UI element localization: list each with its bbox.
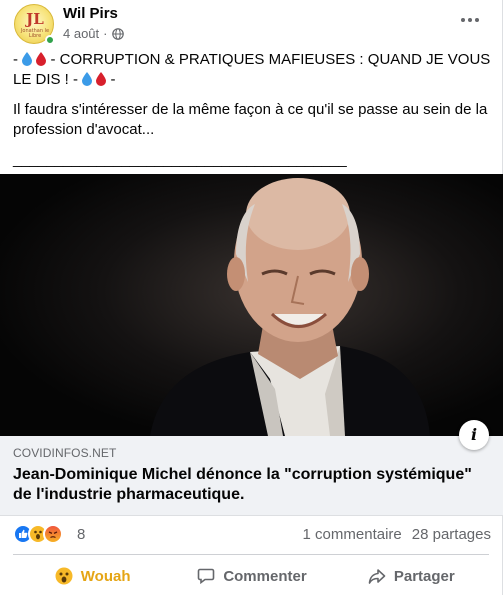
- reaction-count[interactable]: 8: [77, 526, 85, 543]
- angry-reaction-icon: [43, 524, 63, 544]
- link-preview-info[interactable]: COVIDINFOS.NET Jean-Dominique Michel dén…: [0, 436, 503, 516]
- portrait-photo: [150, 178, 430, 436]
- blue-droplet-icon: [22, 52, 33, 66]
- post-meta: 4 août ·: [63, 26, 124, 41]
- meta-separator: ·: [103, 26, 108, 41]
- post-body-text: Il faudra s'intéresser de la même façon …: [13, 101, 488, 138]
- link-preview-image[interactable]: [0, 174, 503, 436]
- online-status-indicator: [45, 35, 55, 45]
- separator-line: ________________________________________: [13, 151, 347, 168]
- reaction-button-label: Wouah: [80, 567, 131, 585]
- title-suffix: -: [110, 71, 116, 88]
- post-card: JL Jonathan le Libre Wil Pirs 4 août · -…: [0, 0, 503, 595]
- comment-icon: [198, 568, 215, 585]
- author-name[interactable]: Wil Pirs: [63, 5, 118, 22]
- more-dot-icon: [468, 18, 472, 22]
- link-domain: COVIDINFOS.NET: [13, 446, 117, 460]
- blue-droplet-icon: [82, 72, 93, 86]
- avatar-logo: JL: [26, 10, 44, 28]
- reaction-icons[interactable]: [13, 524, 63, 544]
- post-header: JL Jonathan le Libre Wil Pirs 4 août ·: [12, 4, 490, 45]
- wow-face-icon: [55, 567, 73, 585]
- post-stats: 1 commentaire 28 partages: [303, 526, 491, 543]
- action-bar: Wouah Commenter Partager: [13, 558, 491, 594]
- share-button[interactable]: Partager: [332, 558, 491, 594]
- comment-count[interactable]: 1 commentaire: [303, 526, 402, 543]
- share-button-label: Partager: [393, 567, 455, 585]
- more-options-button[interactable]: [456, 10, 484, 30]
- globe-icon[interactable]: [111, 27, 124, 40]
- link-headline[interactable]: Jean-Dominique Michel dénonce la "corrup…: [13, 465, 483, 505]
- red-droplet-icon: [36, 52, 47, 66]
- more-dot-icon: [475, 18, 479, 22]
- share-icon: [368, 569, 386, 584]
- reactions-summary: 8 1 commentaire 28 partages: [13, 522, 491, 546]
- post-date[interactable]: 4 août: [63, 26, 99, 41]
- post-text: - - CORRUPTION & PRATIQUES MAFIEUSES : Q…: [13, 50, 491, 180]
- reaction-button[interactable]: Wouah: [13, 558, 172, 594]
- title-prefix: -: [13, 51, 23, 68]
- share-count[interactable]: 28 partages: [412, 526, 491, 543]
- post-title-line: - - CORRUPTION & PRATIQUES MAFIEUSES : Q…: [13, 50, 491, 90]
- comment-button[interactable]: Commenter: [172, 558, 331, 594]
- comment-button-label: Commenter: [223, 567, 307, 585]
- divider: [13, 554, 489, 555]
- info-icon[interactable]: i: [459, 420, 489, 450]
- more-dot-icon: [461, 18, 465, 22]
- red-droplet-icon: [96, 72, 107, 86]
